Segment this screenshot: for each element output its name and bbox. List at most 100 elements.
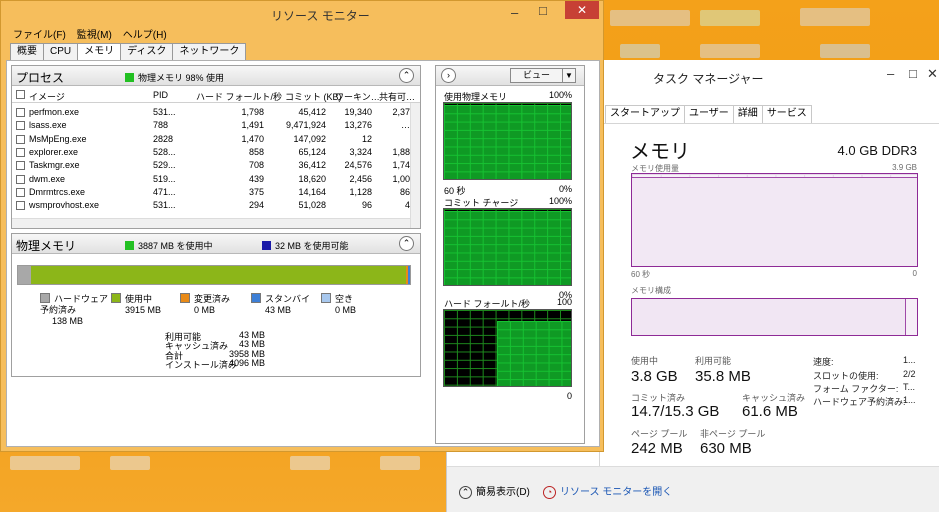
legend-swatch [111, 293, 121, 303]
table-cell: 1,74 [392, 160, 410, 171]
tm-tab-divider [599, 123, 939, 124]
detail-value: 2/2 [903, 369, 916, 379]
menu-monitor[interactable]: 監視(M) [77, 26, 112, 41]
process-vscroll[interactable] [410, 103, 420, 228]
memory-spec: 4.0 GB DDR3 [837, 143, 917, 158]
table-cell: 2828 [153, 133, 174, 144]
resmon-icon: ◔ [543, 485, 556, 499]
tab-services[interactable]: サービス [761, 105, 812, 123]
stat-label: 使用中 [631, 356, 659, 366]
memory-composition-bar [17, 265, 411, 285]
tab-details[interactable]: 詳細 [732, 105, 763, 123]
table-cell: wsmprovhost.exe [29, 200, 100, 211]
table-cell: MsMpEng.exe [29, 133, 87, 144]
row-checkbox[interactable] [16, 161, 25, 171]
col-image[interactable]: イメージ [29, 90, 65, 103]
view-dropdown[interactable]: ビュー ▼ [510, 68, 576, 83]
table-row[interactable]: explorer.exe 528... 858 65,124 3,324 1,88 [12, 146, 410, 159]
graph-max: 100% [548, 196, 572, 206]
process-hscroll[interactable] [12, 218, 410, 228]
tab-disk[interactable]: ディスク [120, 43, 174, 60]
graph-plot [443, 309, 572, 387]
physical-panel-header[interactable]: 物理メモリ 3887 MB を使用中 32 MB を使用可能 ⌃ [12, 234, 420, 254]
open-resmon-label: リソース モニターを開く [560, 487, 673, 498]
legend-label: 変更済み [194, 294, 231, 304]
detail-value: 1... [903, 395, 916, 405]
graph-min: 0 [566, 391, 572, 401]
tab-memory[interactable]: メモリ [77, 43, 122, 61]
table-cell: 2,37 [392, 107, 410, 117]
detail-key: 速度: [813, 357, 834, 367]
legend-swatch [180, 293, 190, 303]
collapse-icon[interactable]: ⌃ [399, 68, 414, 83]
graph-panel: › ビュー ▼ 使用物理メモリ 100% 60 秒 0% コミット チャージ 100% 0% ハ… [435, 65, 585, 444]
table-row[interactable]: perfmon.exe 531... 1,798 45,412 19,340 2,37 [12, 106, 410, 119]
menu-bar: ファイル(F) 監視(M) ヘルプ(H) [13, 26, 167, 41]
minimize-icon[interactable]: – [511, 5, 518, 20]
bar-standby [408, 266, 410, 284]
legend-label: ハードウェア予約済み [40, 294, 109, 315]
memory-status: 物理メモリ 98% 使用 [125, 71, 224, 84]
expand-icon[interactable]: › [441, 68, 456, 83]
col-pid[interactable]: PID [153, 90, 168, 100]
table-row[interactable]: MsMpEng.exe 2828 1,470 147,092 12 [12, 133, 410, 146]
view-label: ビュー [523, 70, 551, 80]
close-button[interactable]: ✕ [565, 1, 599, 19]
status-swatch [125, 73, 134, 82]
table-cell: 788 [153, 120, 169, 131]
detail-key: フォーム ファクター: [813, 384, 899, 394]
select-all-checkbox[interactable] [16, 90, 25, 99]
col-working[interactable]: ワーキン… [335, 90, 380, 103]
process-panel-header[interactable]: プロセス 物理メモリ 98% 使用 ⌃ [12, 66, 420, 86]
table-row[interactable]: wsmprovhost.exe 531... 294 51,028 96 4 [12, 199, 410, 212]
open-resmon-link[interactable]: ◔ リソース モニターを開く [543, 483, 672, 499]
row-checkbox[interactable] [16, 134, 25, 144]
row-checkbox[interactable] [16, 108, 25, 117]
maximize-icon[interactable]: □ [909, 66, 917, 81]
row-checkbox[interactable] [16, 147, 25, 157]
table-cell: 471... [153, 186, 176, 197]
fewer-details-button[interactable]: ⌃ 簡易表示(D) [459, 483, 530, 499]
row-checkbox[interactable] [16, 121, 25, 131]
row-checkbox[interactable] [16, 187, 25, 197]
table-row[interactable]: Taskmgr.exe 529... 708 36,412 24,576 1,74 [12, 159, 410, 172]
col-commit[interactable]: コミット (KB) [285, 90, 342, 103]
process-column-header: イメージ PID ハード フォールト/秒 コミット (KB) ワーキン… 共有可… [12, 86, 420, 103]
available-swatch [262, 241, 271, 250]
table-cell: 439 [248, 173, 264, 184]
table-row[interactable]: dwm.exe 519... 439 18,620 2,456 1,00 [12, 173, 410, 186]
col-hard-faults[interactable]: ハード フォールト/秒 [196, 90, 282, 103]
memory-status-text: 物理メモリ 98% 使用 [138, 73, 225, 83]
legend-label: 使用中 [125, 294, 153, 304]
table-cell: 375 [248, 186, 264, 197]
table-row[interactable]: Dmrmtrcs.exe 471... 375 14,164 1,128 86 [12, 186, 410, 199]
close-icon[interactable]: ✕ [927, 66, 938, 82]
graph-fill [497, 321, 571, 386]
menu-file[interactable]: ファイル(F) [13, 26, 66, 41]
graph-plot [443, 208, 572, 286]
row-checkbox[interactable] [16, 174, 25, 184]
collapse-icon[interactable]: ⌃ [399, 236, 414, 251]
graph-time-right: 0 [912, 269, 917, 278]
composition-in-use [632, 299, 906, 335]
tab-overview[interactable]: 概要 [10, 43, 44, 60]
tab-startup[interactable]: スタートアップ [605, 105, 685, 123]
fewer-details-label: 簡易表示(D) [476, 487, 530, 498]
row-checkbox[interactable] [16, 201, 25, 211]
maximize-icon[interactable]: □ [539, 3, 547, 18]
tab-cpu[interactable]: CPU [43, 43, 79, 60]
menu-help[interactable]: ヘルプ(H) [123, 26, 167, 41]
tm-tabbar: スタートアップ ユーザー 詳細 サービス [605, 105, 812, 123]
table-cell: 1,00 [392, 173, 410, 184]
tab-users[interactable]: ユーザー [684, 105, 734, 123]
col-shareable[interactable]: 共有可… [379, 90, 415, 103]
table-cell: explorer.exe [29, 146, 79, 157]
memory-usage-fill [632, 176, 917, 266]
stat-value: 14.7/15.3 GB [631, 403, 720, 420]
legend-item: 使用中 3915 MB [111, 293, 173, 316]
table-row[interactable]: lsass.exe 788 1,491 9,471,924 13,276… [12, 119, 410, 132]
table-cell: 708 [248, 160, 264, 171]
minimize-icon[interactable]: – [887, 66, 894, 81]
process-panel-title: プロセス [16, 71, 65, 85]
tab-network[interactable]: ネットワーク [172, 43, 247, 60]
